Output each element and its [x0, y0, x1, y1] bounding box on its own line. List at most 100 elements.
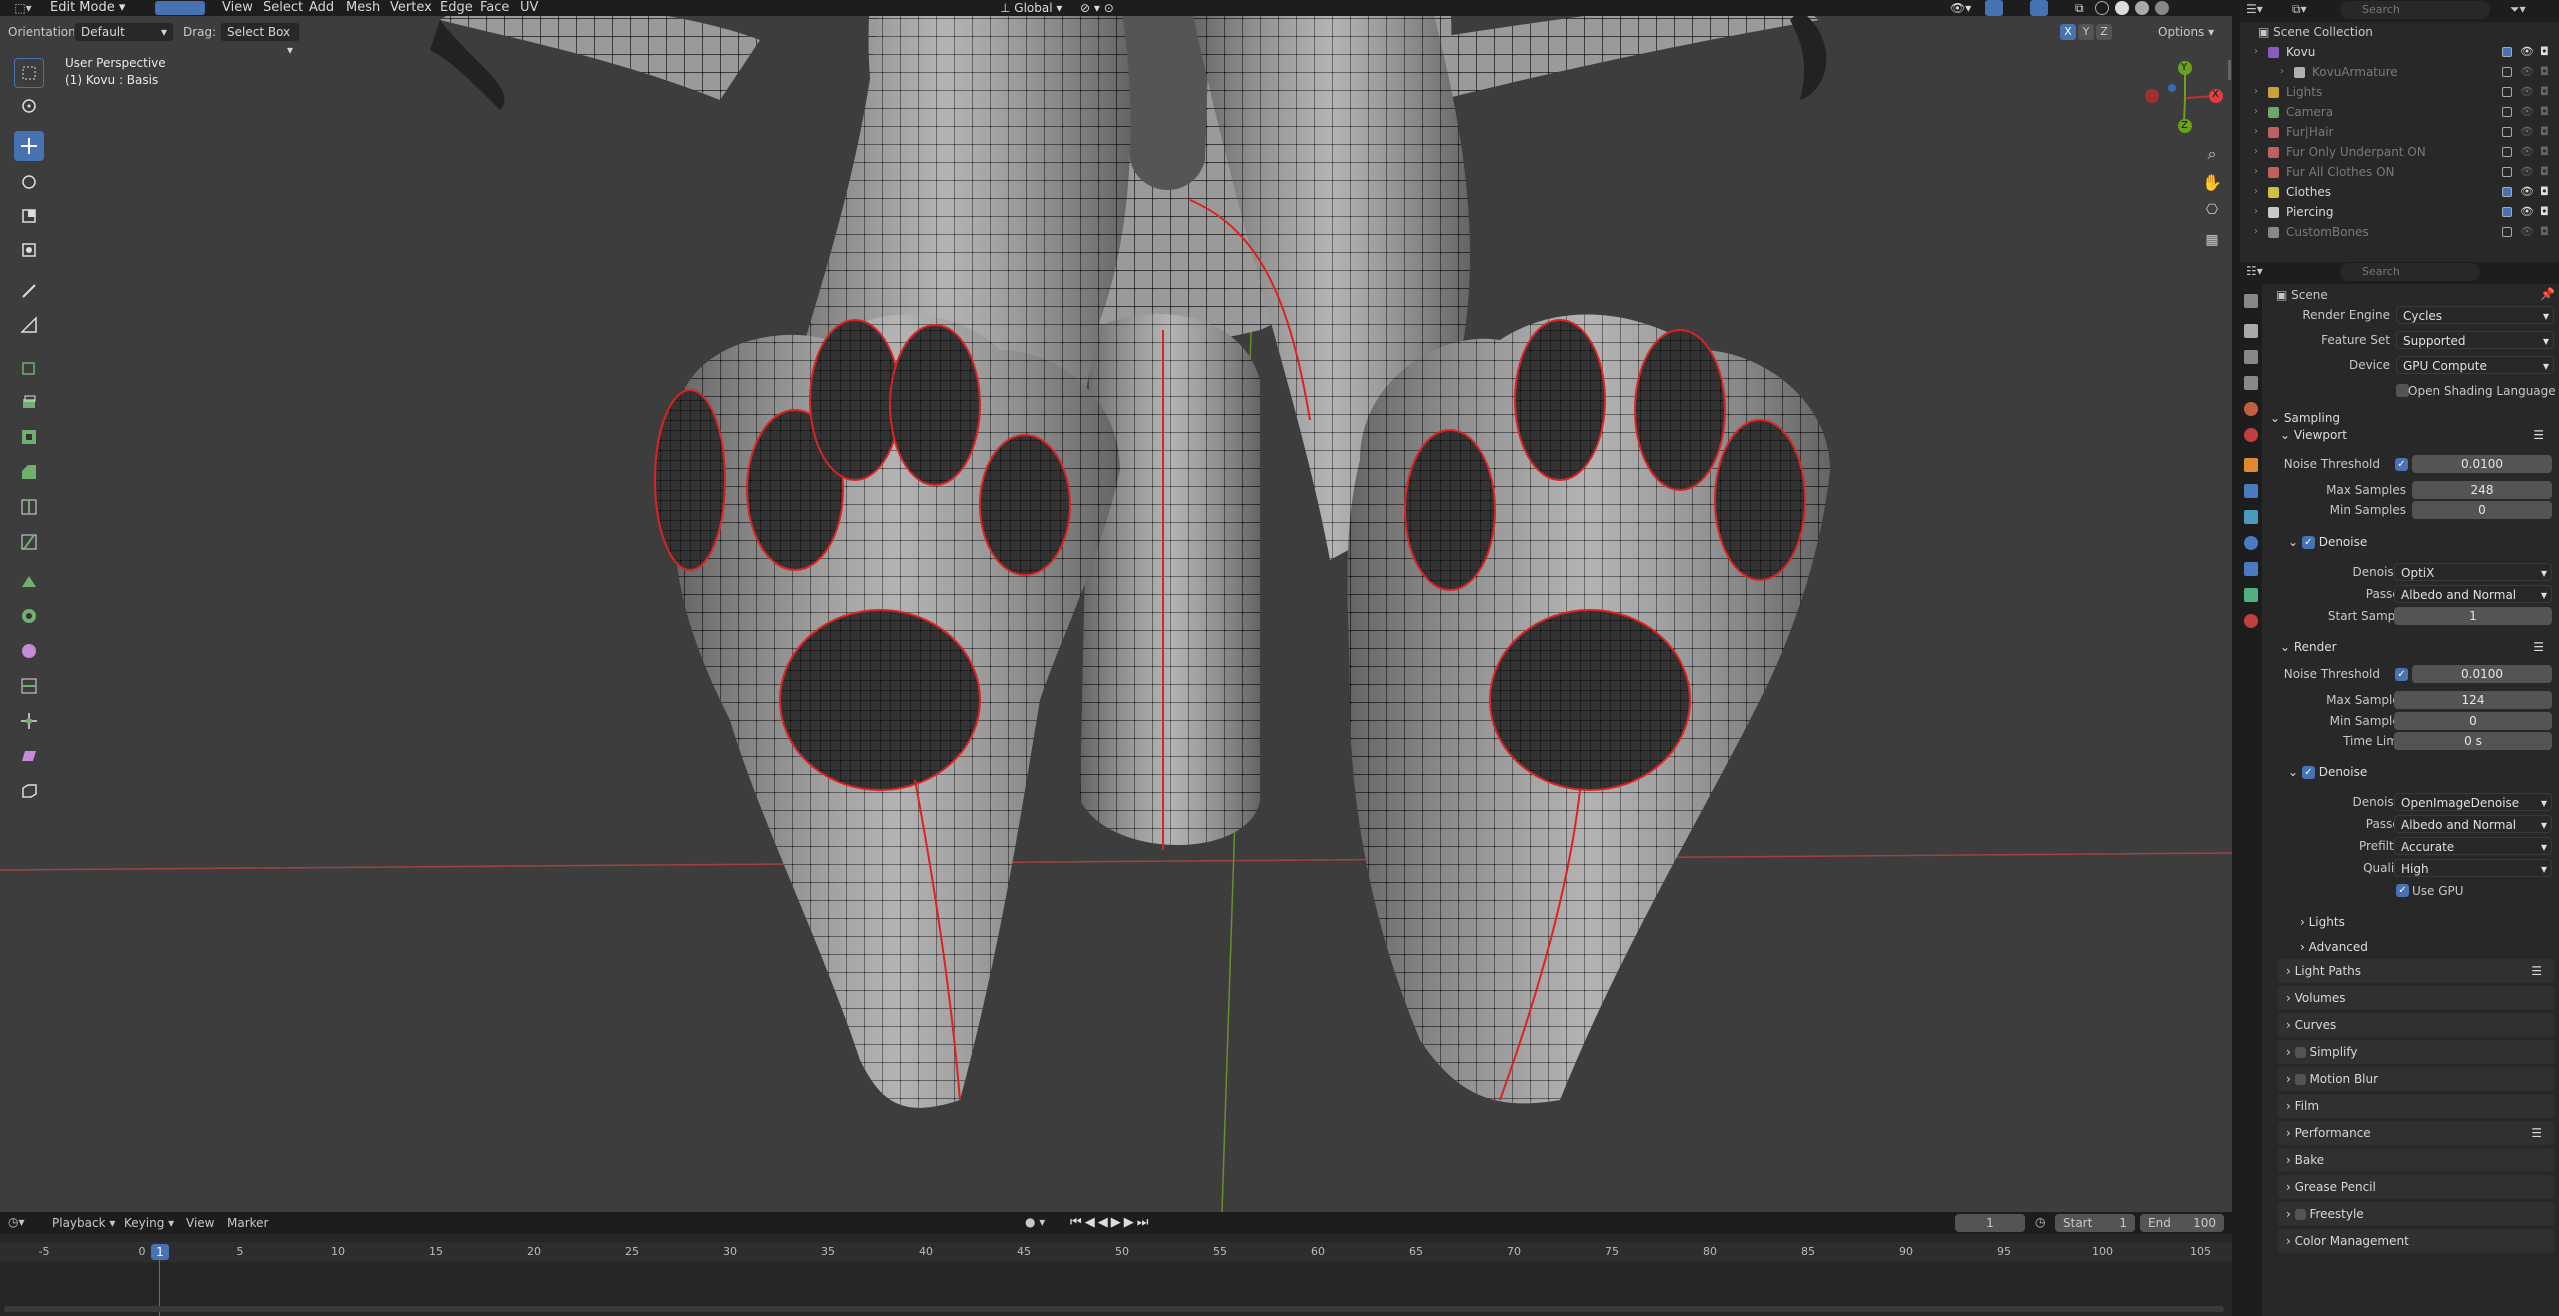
eye-icon[interactable]: 👁 — [2520, 162, 2534, 182]
exclude-checkbox[interactable] — [2502, 227, 2512, 237]
r-quality-dropdown[interactable]: High ▾ — [2394, 859, 2552, 877]
presets-icon[interactable]: ☰ — [2531, 1121, 2542, 1145]
camera-icon[interactable]: ◘ — [2540, 162, 2549, 182]
world-tab-icon[interactable] — [2244, 428, 2258, 442]
exclude-checkbox[interactable] — [2502, 127, 2512, 137]
outliner-row[interactable]: › Fur All Clothes ON 👁 ◘ — [2240, 162, 2559, 182]
bevel-tool-icon[interactable] — [14, 457, 44, 487]
lights-subpanel[interactable]: › Lights — [2300, 912, 2345, 932]
smooth-tool-icon[interactable] — [14, 636, 44, 666]
tool-tab-icon[interactable] — [2244, 294, 2258, 308]
vp-denoise-header[interactable]: ⌄ ✓ Denoise — [2288, 532, 2367, 552]
eye-icon[interactable]: 👁 — [2520, 202, 2534, 222]
r-noise-threshold-checkbox[interactable]: ✓ — [2395, 668, 2408, 681]
expand-chevron-icon[interactable]: › — [2254, 182, 2258, 202]
render-tab-icon[interactable] — [2244, 324, 2258, 338]
eye-icon[interactable]: 👁 — [2520, 102, 2534, 122]
panel-header[interactable]: › Freestyle — [2278, 1202, 2554, 1226]
visibility-icon[interactable]: 👁▾ — [1950, 0, 1971, 16]
exclude-checkbox[interactable] — [2502, 107, 2512, 117]
camera-icon[interactable]: ◘ — [2540, 202, 2549, 222]
device-dropdown[interactable]: GPU Compute ▾ — [2396, 356, 2554, 374]
expand-chevron-icon[interactable]: › — [2254, 202, 2258, 222]
outliner-row[interactable]: › Camera 👁 ◘ — [2240, 102, 2559, 122]
eye-icon[interactable]: 👁 — [2520, 62, 2534, 82]
render-subpanel-header[interactable]: ⌄ Render ☰ — [2280, 636, 2554, 658]
orientation-dropdown[interactable]: Default ▾ — [74, 22, 174, 42]
vp-min-samples-field[interactable]: 0 — [2412, 501, 2552, 519]
display-mode-icon[interactable]: ⧉▾ — [2292, 2, 2307, 17]
rotate-tool-icon[interactable] — [14, 167, 44, 197]
panel-header[interactable]: › Bake — [2278, 1148, 2554, 1172]
r-denoise-header[interactable]: ⌄ ✓ Denoise — [2288, 762, 2367, 782]
panel-header[interactable]: › Light Paths ☰ — [2278, 959, 2554, 983]
panel-checkbox[interactable] — [2294, 1047, 2306, 1058]
menu-edge[interactable]: Edge — [440, 0, 473, 16]
editor-type-icon[interactable]: ⬚▾ — [8, 0, 38, 16]
render-engine-dropdown[interactable]: Cycles ▾ — [2396, 306, 2554, 324]
scene-collection-row[interactable]: ▣ Scene Collection — [2240, 22, 2559, 42]
vp-denoiser-dropdown[interactable]: OptiX ▾ — [2394, 563, 2552, 581]
camera-icon[interactable]: ◘ — [2540, 62, 2549, 82]
spin-tool-icon[interactable] — [14, 601, 44, 631]
panel-header[interactable]: › Performance ☰ — [2278, 1121, 2554, 1145]
vp-noise-threshold-checkbox[interactable]: ✓ — [2395, 458, 2408, 471]
panel-header[interactable]: › Film — [2278, 1094, 2554, 1118]
vp-start-sample-field[interactable]: 1 — [2394, 607, 2552, 625]
scene-tab-icon[interactable] — [2244, 402, 2258, 416]
presets-icon[interactable]: ☰ — [2531, 959, 2542, 983]
panel-checkbox[interactable] — [2294, 1209, 2306, 1220]
expand-chevron-icon[interactable]: › — [2254, 162, 2258, 182]
eye-icon[interactable]: 👁 — [2520, 182, 2534, 202]
material-tab-icon[interactable] — [2244, 614, 2258, 628]
outliner-row[interactable]: › CustomBones 👁 ◘ — [2240, 222, 2559, 242]
output-tab-icon[interactable] — [2244, 350, 2258, 364]
poly-build-tool-icon[interactable] — [14, 567, 44, 597]
vp-passes-dropdown[interactable]: Albedo and Normal ▾ — [2394, 585, 2552, 603]
pin-icon[interactable]: 📌 — [2540, 287, 2555, 301]
outliner-row[interactable]: › Clothes 👁 ◘ — [2240, 182, 2559, 202]
outliner-editor-icon[interactable]: ☰▾ — [2246, 2, 2263, 16]
data-tab-icon[interactable] — [2244, 588, 2258, 602]
r-prefilter-dropdown[interactable]: Accurate ▾ — [2394, 837, 2552, 855]
move-tool-icon[interactable] — [14, 131, 44, 161]
r-denoiser-dropdown[interactable]: OpenImageDenoise ▾ — [2394, 793, 2552, 811]
edge-slide-tool-icon[interactable] — [14, 671, 44, 701]
camera-icon[interactable]: ◘ — [2540, 122, 2549, 142]
menu-uv[interactable]: UV — [520, 0, 538, 16]
snap-icon[interactable]: ⊘ ▾ ⊙ — [1080, 0, 1114, 16]
camera-icon[interactable]: ◘ — [2540, 182, 2549, 202]
inset-tool-icon[interactable] — [14, 422, 44, 452]
exclude-checkbox[interactable] — [2502, 147, 2512, 157]
exclude-checkbox[interactable] — [2502, 167, 2512, 177]
vp-max-samples-field[interactable]: 248 — [2412, 481, 2552, 499]
eye-icon[interactable]: 👁 — [2520, 142, 2534, 162]
panel-header[interactable]: › Color Management — [2278, 1229, 2554, 1253]
constraints-tab-icon[interactable] — [2244, 562, 2258, 576]
xray-icon[interactable]: ⧉ — [2075, 0, 2084, 16]
shading-mode-icons[interactable] — [2095, 1, 2195, 15]
panel-header[interactable]: › Motion Blur — [2278, 1067, 2554, 1091]
camera-icon[interactable]: ◘ — [2540, 102, 2549, 122]
expand-chevron-icon[interactable]: › — [2254, 42, 2258, 62]
panel-header[interactable]: › Grease Pencil — [2278, 1175, 2554, 1199]
outliner-row[interactable]: › Kovu 👁 ◘ — [2240, 42, 2559, 62]
outliner-search[interactable]: Search — [2340, 1, 2490, 19]
r-passes-dropdown[interactable]: Albedo and Normal ▾ — [2394, 815, 2552, 833]
eye-icon[interactable]: 👁 — [2520, 122, 2534, 142]
drag-dropdown[interactable]: Select Box ▾ — [220, 22, 300, 57]
measure-tool-icon[interactable] — [14, 310, 44, 340]
camera-view-icon[interactable]: ⎔ — [2200, 198, 2224, 222]
panel-header[interactable]: › Simplify — [2278, 1040, 2554, 1064]
exclude-checkbox[interactable] — [2502, 207, 2512, 217]
r-time-limit-field[interactable]: 0 s — [2394, 732, 2552, 750]
object-tab-icon[interactable] — [2244, 458, 2258, 472]
zoom-icon[interactable]: ⌕ — [2200, 142, 2224, 166]
camera-icon[interactable]: ◘ — [2540, 42, 2549, 62]
r-max-samples-field[interactable]: 124 — [2394, 691, 2552, 709]
properties-search[interactable]: Search — [2340, 263, 2480, 281]
playhead[interactable]: 1 — [151, 1244, 169, 1260]
outliner-row[interactable]: › KovuArmature 👁 ◘ — [2240, 62, 2559, 82]
r-min-samples-field[interactable]: 0 — [2394, 712, 2552, 730]
camera-icon[interactable]: ◘ — [2540, 222, 2549, 242]
